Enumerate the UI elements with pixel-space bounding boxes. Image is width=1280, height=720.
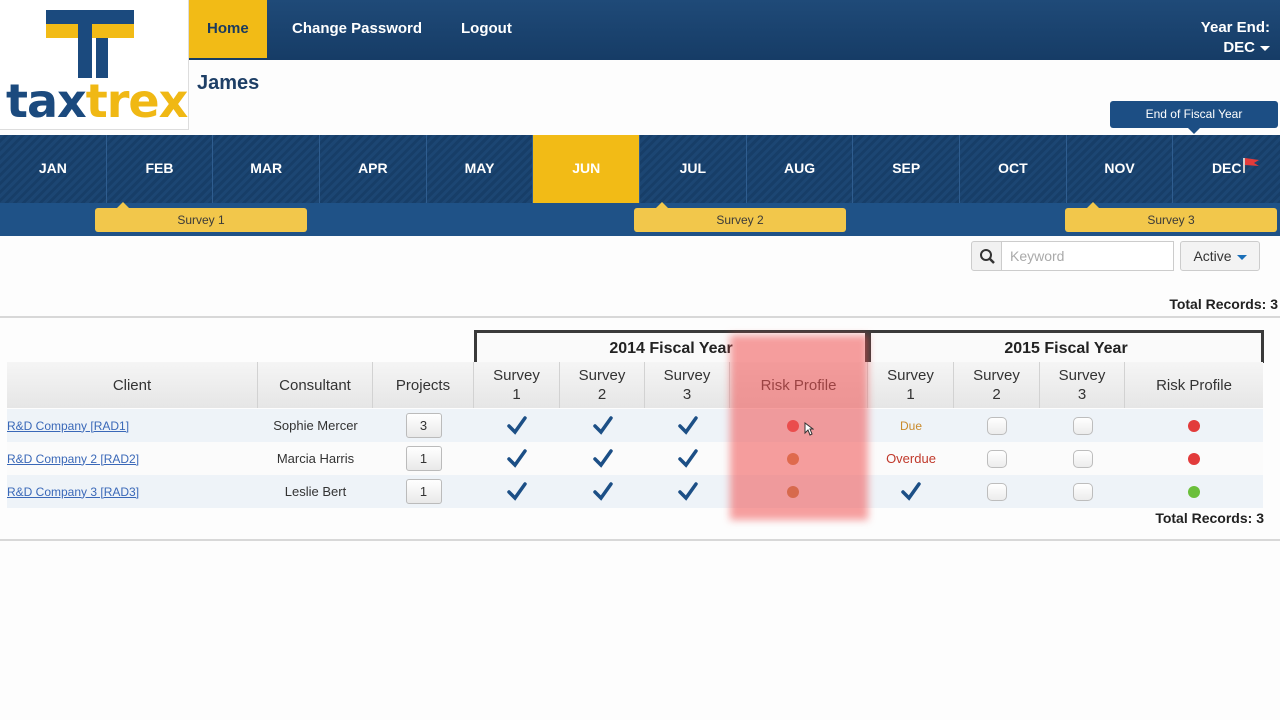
client-link[interactable]: R&D Company [RAD1]	[7, 419, 129, 433]
survey-checkbox-empty[interactable]	[1072, 449, 1093, 468]
risk-indicator[interactable]	[787, 485, 799, 498]
year-end-label: Year End:	[1200, 19, 1270, 36]
taxtrex-logo[interactable]: taxtrex	[0, 0, 189, 130]
col-2015-survey-1[interactable]: Survey 1	[868, 362, 954, 408]
col-2015-survey-2[interactable]: Survey 2	[954, 362, 1040, 408]
projects-count-button[interactable]: 3	[405, 413, 442, 438]
end-of-fiscal-year-tab: End of Fiscal Year	[1110, 101, 1278, 134]
survey-checkbox-empty[interactable]	[1072, 482, 1093, 501]
total-records-top: Total Records: 3	[1169, 296, 1278, 312]
survey-checkbox-empty[interactable]	[987, 482, 1007, 501]
survey-status-overdue[interactable]: Overdue	[886, 451, 936, 466]
month-oct[interactable]: OCT	[960, 135, 1067, 203]
consultant-name: Leslie Bert	[284, 484, 347, 499]
checkmark-icon	[592, 481, 613, 501]
risk-indicator[interactable]	[787, 419, 799, 432]
nav-logout[interactable]: Logout	[443, 0, 530, 58]
status-filter-label: Active	[1193, 248, 1232, 264]
month-jun[interactable]: JUN	[533, 135, 641, 203]
col-2014-survey-3[interactable]: Survey 3	[645, 362, 730, 408]
col-2014-survey-1[interactable]: Survey 1	[474, 362, 560, 408]
checkmark-icon	[507, 415, 527, 435]
month-feb[interactable]: FEB	[107, 135, 214, 203]
nav-home[interactable]: Home	[189, 0, 267, 58]
survey-checkbox-empty[interactable]	[1072, 416, 1093, 435]
keyword-search-input[interactable]	[1002, 241, 1174, 271]
mouse-cursor-icon	[804, 422, 814, 436]
col-2015-risk-profile[interactable]: Risk Profile	[1125, 362, 1263, 408]
month-dec[interactable]: DEC	[1173, 135, 1280, 203]
year-end-value: DEC	[1223, 39, 1255, 56]
risk-indicator[interactable]	[1188, 419, 1200, 432]
app-root: Home Change Password Logout Year End: DE…	[0, 0, 1280, 720]
client-link[interactable]: R&D Company 3 [RAD3]	[7, 485, 139, 499]
search-icon	[980, 249, 995, 264]
consultant-name: Marcia Harris	[276, 451, 355, 466]
status-filter-dropdown[interactable]: Active	[1180, 241, 1260, 271]
month-sep[interactable]: SEP	[853, 135, 961, 203]
col-2015-survey-3[interactable]: Survey 3	[1040, 362, 1125, 408]
survey-1-pill[interactable]: Survey 1	[95, 202, 307, 232]
checkmark-icon	[677, 448, 698, 468]
col-client[interactable]: Client	[7, 362, 258, 408]
risk-indicator[interactable]	[1188, 485, 1200, 498]
month-aug[interactable]: AUG	[747, 135, 854, 203]
user-name: James	[197, 72, 260, 94]
table-row: R&D Company 3 [RAD3] Leslie Bert 1	[7, 475, 1263, 508]
checkmark-icon	[677, 481, 698, 501]
month-may[interactable]: MAY	[427, 135, 534, 203]
risk-indicator[interactable]	[1188, 452, 1200, 465]
nav-change-password[interactable]: Change Password	[274, 0, 440, 58]
col-2014-survey-2[interactable]: Survey 2	[560, 362, 645, 408]
month-jan[interactable]: JAN	[0, 135, 107, 203]
fy-2015-header: 2015 Fiscal Year	[868, 330, 1264, 363]
year-end-selector[interactable]: Year End: DEC	[1201, 18, 1270, 58]
survey-timeline: Survey 1 Survey 2 Survey 3	[0, 202, 1280, 236]
total-records-bottom: Total Records: 3	[1155, 510, 1264, 526]
month-nov[interactable]: NOV	[1067, 135, 1174, 203]
consultant-name: Sophie Mercer	[273, 418, 358, 433]
month-apr[interactable]: APR	[320, 135, 427, 203]
search-button[interactable]	[971, 241, 1002, 271]
client-link[interactable]: R&D Company 2 [RAD2]	[7, 452, 139, 466]
top-navbar: Home Change Password Logout Year End: DE…	[0, 0, 1280, 60]
projects-count-button[interactable]: 1	[405, 446, 442, 471]
caret-down-icon	[1236, 254, 1247, 260]
flag-icon	[1243, 158, 1260, 173]
table-row: R&D Company [RAD1] Sophie Mercer 3 Due	[7, 409, 1263, 442]
checkmark-icon	[592, 448, 613, 468]
fy-2014-header: 2014 Fiscal Year	[474, 330, 868, 363]
month-mar[interactable]: MAR	[213, 135, 321, 203]
checkmark-icon	[507, 448, 527, 468]
survey-checkbox-empty[interactable]	[987, 449, 1007, 468]
caret-down-icon	[1260, 45, 1270, 51]
col-consultant[interactable]: Consultant	[258, 362, 373, 408]
logo-wordmark: taxtrex	[6, 74, 188, 128]
month-bar: JAN FEB MAR APR MAY JUN JUL AUG SEP OCT …	[0, 135, 1280, 203]
col-projects[interactable]: Projects	[373, 362, 474, 408]
logo-t-icon	[46, 10, 134, 78]
projects-count-button[interactable]: 1	[405, 479, 442, 504]
survey-status-due[interactable]: Due	[900, 419, 922, 433]
risk-indicator[interactable]	[787, 452, 799, 465]
survey-checkbox-empty[interactable]	[987, 416, 1007, 435]
month-dec-label: DEC	[1211, 160, 1242, 176]
month-jul[interactable]: JUL	[640, 135, 747, 203]
checkmark-icon	[677, 415, 698, 435]
checkmark-icon[interactable]	[900, 481, 922, 502]
survey-3-pill[interactable]: Survey 3	[1065, 202, 1277, 232]
checkmark-icon	[507, 481, 527, 501]
checkmark-icon	[592, 415, 613, 435]
table-row: R&D Company 2 [RAD2] Marcia Harris 1 Ove…	[7, 442, 1263, 475]
survey-2-pill[interactable]: Survey 2	[634, 202, 846, 232]
col-2014-risk-profile[interactable]: Risk Profile	[730, 362, 868, 408]
